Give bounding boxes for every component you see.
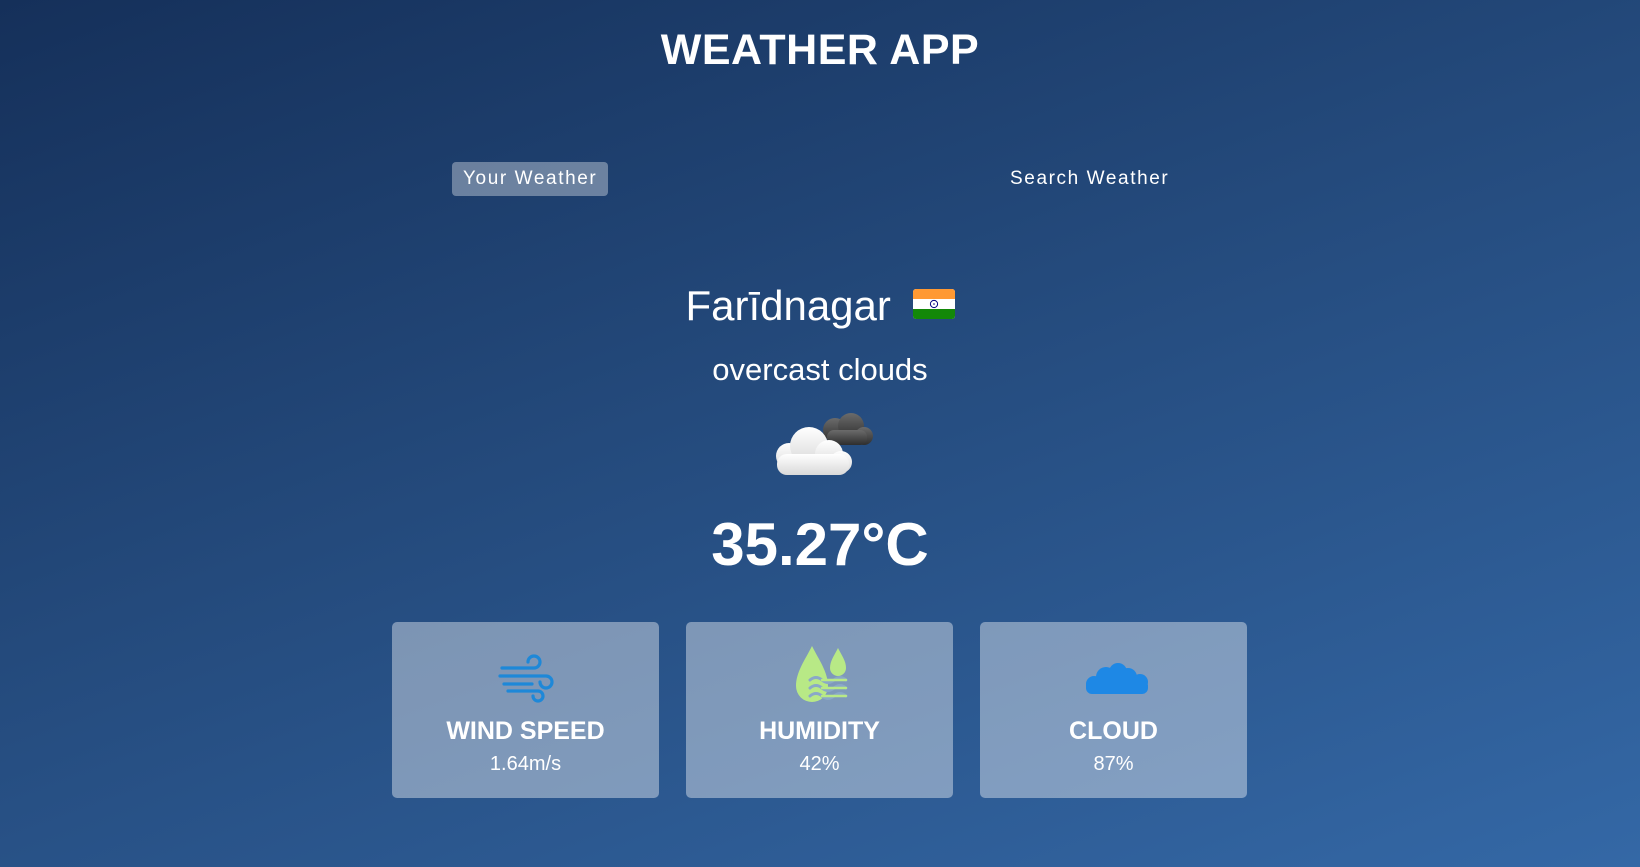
cloud-value: 87%	[1093, 753, 1134, 775]
wind-icon	[494, 644, 558, 708]
india-flag-icon	[912, 279, 955, 331]
tab-search-weather[interactable]: Search Weather	[999, 162, 1180, 196]
wind-speed-label: WIND SPEED	[446, 717, 605, 745]
tab-your-weather[interactable]: Your Weather	[452, 162, 609, 196]
weather-description: overcast clouds	[712, 352, 928, 387]
wind-speed-card: WIND SPEED 1.64m/s	[392, 622, 659, 798]
humidity-card: HUMIDITY 42%	[686, 622, 953, 798]
humidity-icon	[788, 644, 852, 708]
cloud-label: CLOUD	[1069, 717, 1158, 745]
app-title: WEATHER APP	[660, 26, 980, 74]
humidity-label: HUMIDITY	[759, 717, 880, 745]
city-header: Farīdnagar	[0, 280, 1640, 332]
overcast-clouds-icon	[767, 410, 877, 480]
city-name: Farīdnagar	[685, 282, 891, 329]
cloud-card: CLOUD 87%	[980, 622, 1247, 798]
humidity-value: 42%	[799, 753, 840, 775]
wind-speed-value: 1.64m/s	[489, 753, 562, 775]
cloud-icon	[1082, 644, 1148, 708]
temperature-value: 35.27°C	[711, 511, 929, 578]
